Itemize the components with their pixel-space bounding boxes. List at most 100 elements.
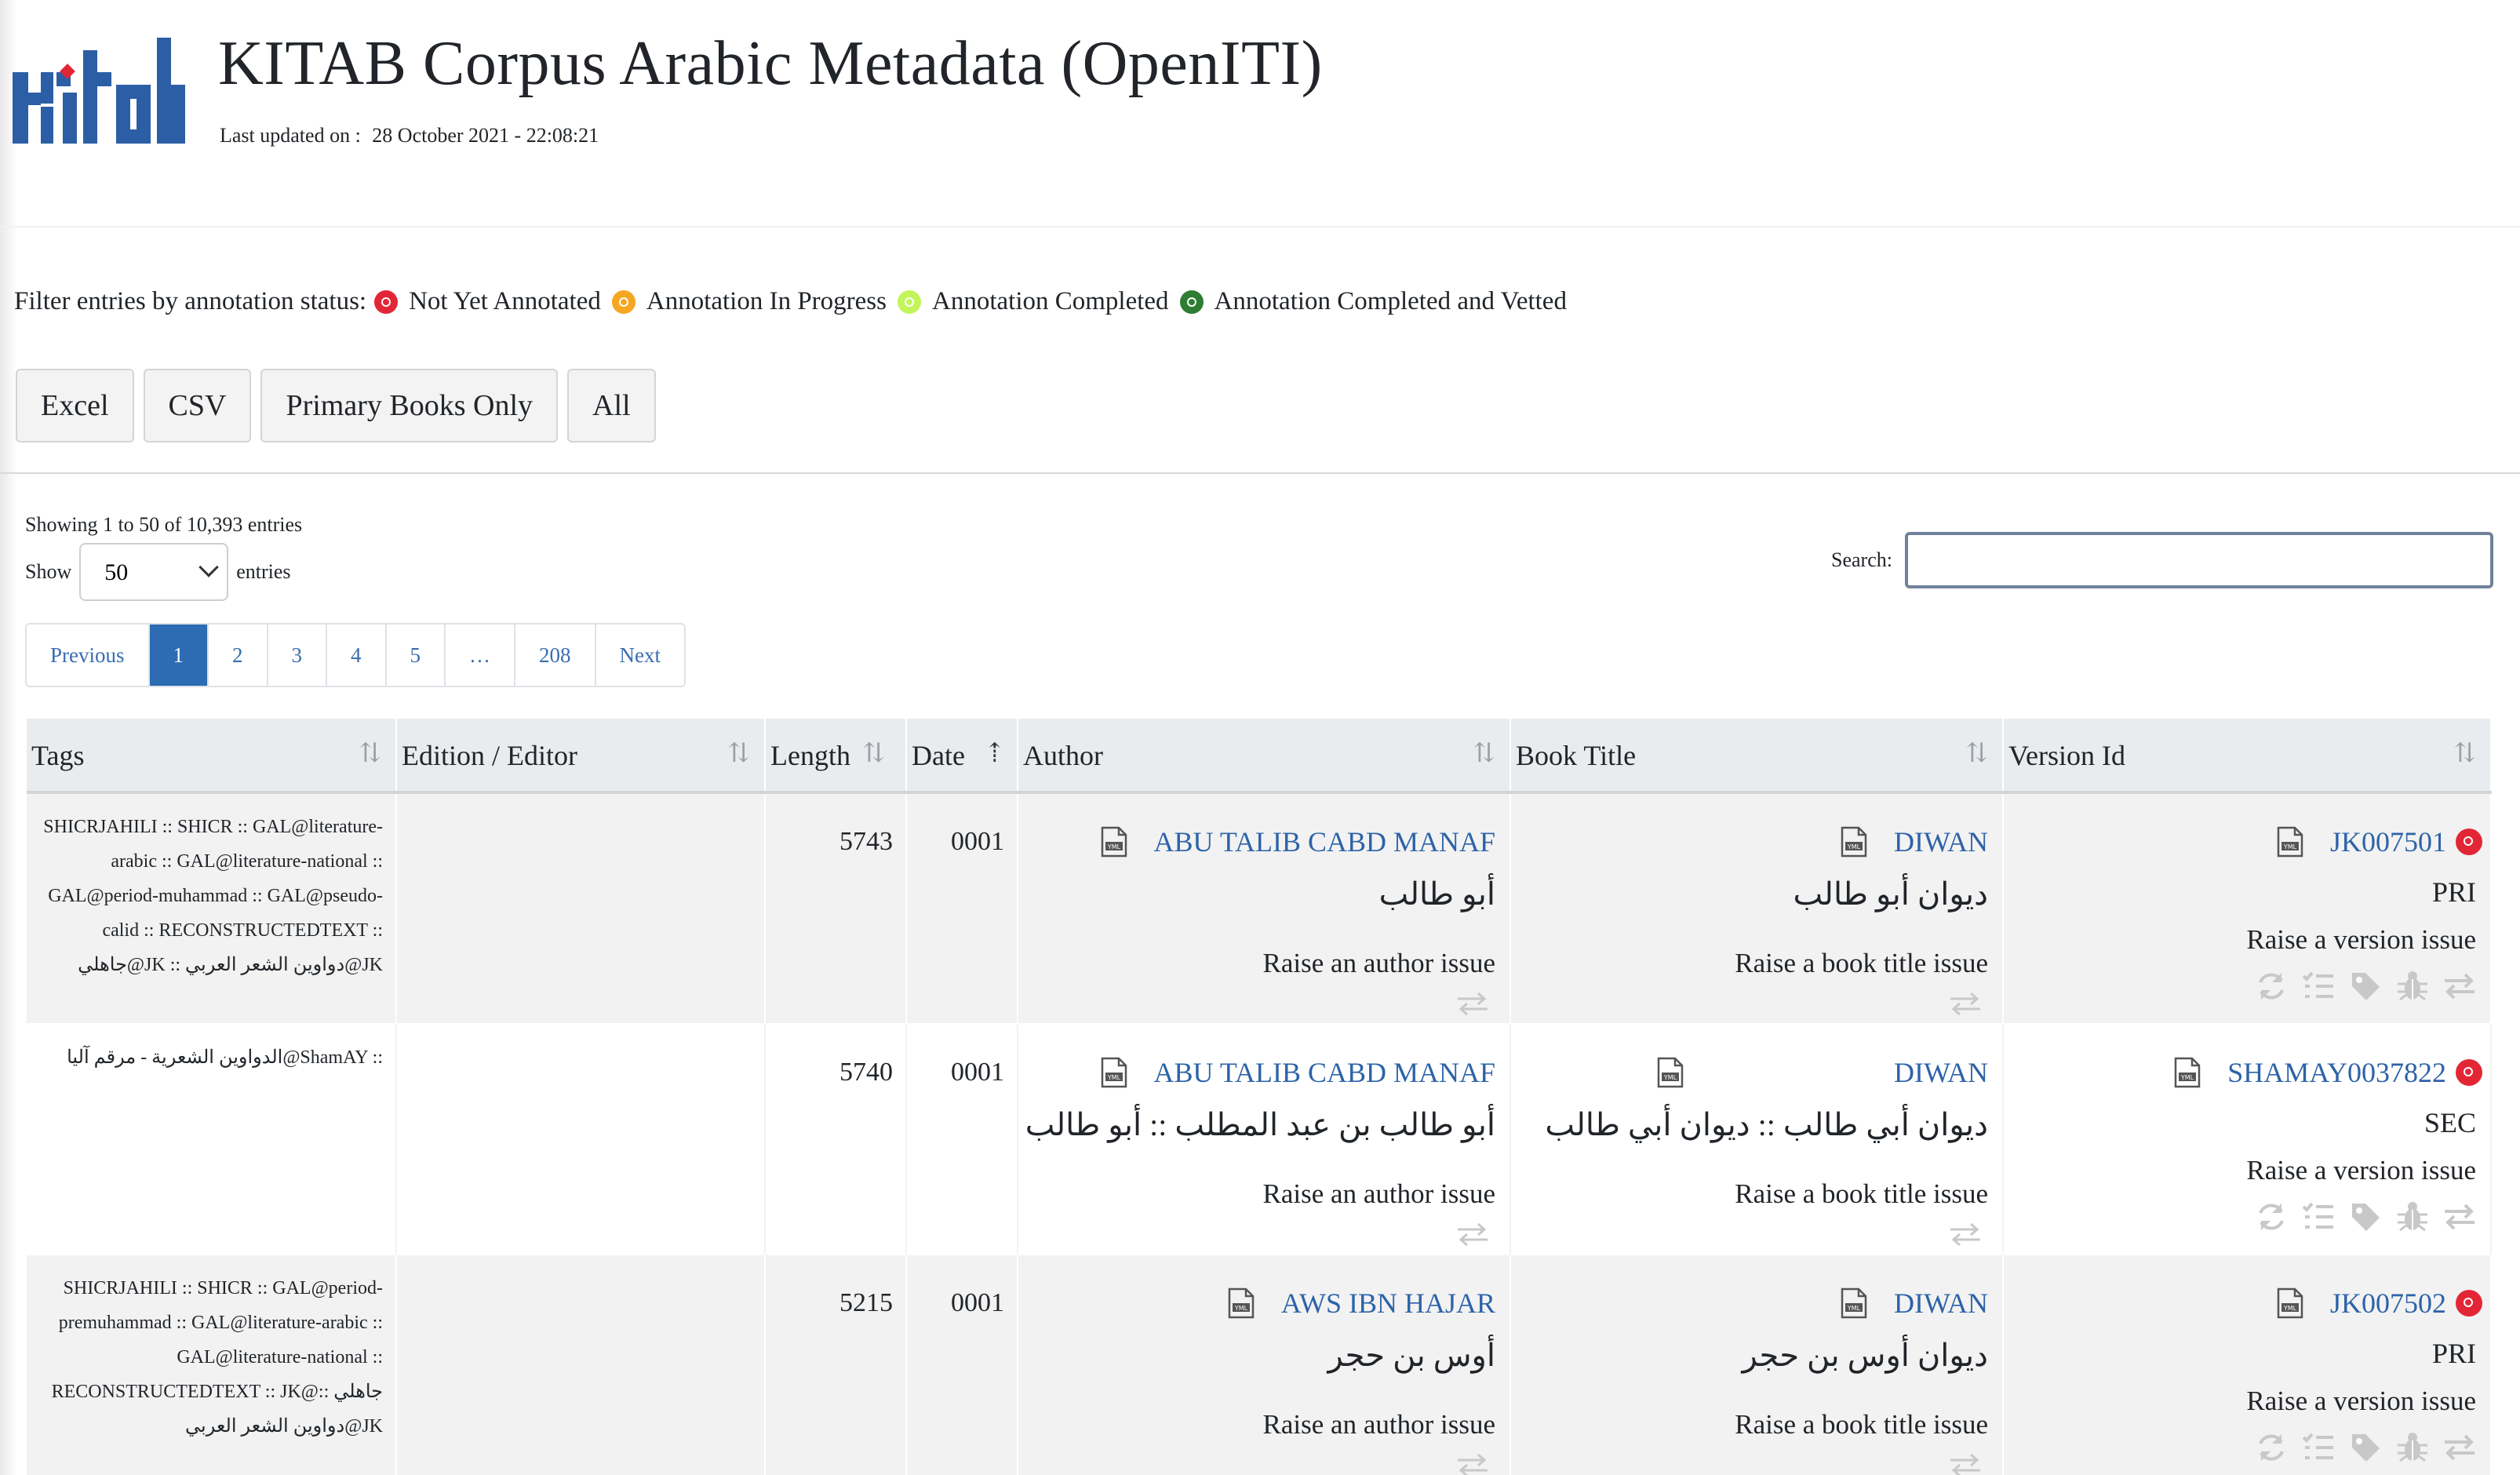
version-link-line: YML SHAMAY0037822 xyxy=(2174,1056,2482,1089)
book-link-line: YML DIWAN xyxy=(1657,1056,1988,1089)
yml-file-icon[interactable]: YML xyxy=(1101,826,1127,858)
author-link[interactable]: ABU TALIB CABD MANAF xyxy=(1154,825,1496,858)
page-4[interactable]: 4 xyxy=(327,625,387,686)
search-input[interactable] xyxy=(1904,532,2493,588)
page-next[interactable]: Next xyxy=(595,625,684,686)
sort-ascending-icon: ⇡ xyxy=(983,739,1007,768)
yml-file-icon[interactable]: YML xyxy=(1841,1287,1867,1319)
checklist-icon[interactable] xyxy=(2302,1431,2335,1464)
refresh-icon[interactable] xyxy=(2255,970,2288,1003)
filter-annotation-completed-vetted[interactable]: Annotation Completed and Vetted xyxy=(1179,287,1567,316)
tags-cell: الدواوين الشعرية - مرقم آليا@ShamAY :: xyxy=(27,1025,397,1255)
author-link[interactable]: AWS IBN HAJAR xyxy=(1281,1287,1495,1320)
raise-version-issue-link[interactable]: Raise a version issue xyxy=(2246,924,2476,956)
status-dot-icon xyxy=(611,290,635,314)
refresh-icon[interactable] xyxy=(2255,1431,2288,1464)
filter-annotation-in-progress[interactable]: Annotation In Progress xyxy=(611,287,887,316)
bug-icon[interactable] xyxy=(2396,1200,2429,1233)
book-title-cell: YML DIWAN ديوان أبو طالب Raise a book ti… xyxy=(1511,794,2004,1025)
page-1[interactable]: 1 xyxy=(149,625,209,686)
raise-book-title-issue-link[interactable]: Raise a book title issue xyxy=(1735,1178,1988,1210)
swap-arrows-icon[interactable] xyxy=(2443,1431,2476,1464)
book-title-link[interactable]: DIWAN xyxy=(1894,1287,1988,1320)
yml-file-icon[interactable]: YML xyxy=(1657,1057,1684,1088)
page-2[interactable]: 2 xyxy=(209,625,268,686)
page-length-select[interactable]: 50 xyxy=(79,543,229,601)
refresh-icon[interactable] xyxy=(2255,1200,2288,1233)
swap-arrows-icon[interactable] xyxy=(1949,1222,1982,1246)
raise-book-title-issue-link[interactable]: Raise a book title issue xyxy=(1735,948,1988,979)
svg-text:YML: YML xyxy=(1847,843,1861,850)
yml-file-icon[interactable]: YML xyxy=(1841,826,1867,858)
editor-cell xyxy=(397,1255,766,1475)
column-header-book-title[interactable]: Book Title ⇅ xyxy=(1511,719,2004,791)
all-button[interactable]: All xyxy=(567,369,656,442)
version-id-link[interactable]: SHAMAY0037822 xyxy=(2227,1056,2446,1089)
column-header-length[interactable]: Length ⇅ xyxy=(766,719,907,791)
primary-books-only-button[interactable]: Primary Books Only xyxy=(260,369,558,442)
column-header-tags[interactable]: Tags ⇅ xyxy=(27,719,397,791)
raise-author-issue-link[interactable]: Raise an author issue xyxy=(1263,1409,1495,1440)
tag-icon[interactable] xyxy=(2349,1431,2382,1464)
page-previous[interactable]: Previous xyxy=(27,625,150,686)
page-208[interactable]: 208 xyxy=(515,625,596,686)
csv-button[interactable]: CSV xyxy=(143,369,252,442)
column-header-edition-editor[interactable]: Edition / Editor ⇅ xyxy=(397,719,766,791)
bug-icon[interactable] xyxy=(2396,1431,2429,1464)
yml-file-icon[interactable]: YML xyxy=(1228,1287,1255,1319)
yml-file-icon[interactable]: YML xyxy=(2174,1057,2201,1088)
yml-file-icon[interactable]: YML xyxy=(1101,1057,1127,1088)
column-header-date[interactable]: Date ⇡ xyxy=(907,719,1018,791)
author-cell: YML AWS IBN HAJAR أوس بن حجر Raise an au… xyxy=(1018,1255,1511,1475)
column-header-author[interactable]: Author ⇅ xyxy=(1018,719,1511,791)
filter-annotation-completed[interactable]: Annotation Completed xyxy=(898,287,1169,316)
tags-text: SHICRJAHILI :: SHICR :: GAL@period-premu… xyxy=(51,1278,383,1437)
header-divider xyxy=(0,226,2520,228)
checklist-icon[interactable] xyxy=(2302,970,2335,1003)
raise-author-issue-link[interactable]: Raise an author issue xyxy=(1263,948,1495,979)
not-annotated-status-icon xyxy=(2456,829,2482,855)
length-cell: 5215 xyxy=(766,1255,907,1475)
checklist-icon[interactable] xyxy=(2302,1200,2335,1233)
book-link-line: YML DIWAN xyxy=(1841,1287,1988,1320)
page-header: KITAB Corpus Arabic Metadata (OpenITI) L… xyxy=(0,0,2520,228)
book-title-link[interactable]: DIWAN xyxy=(1894,825,1988,858)
yml-file-icon[interactable]: YML xyxy=(2277,826,2303,858)
bug-icon[interactable] xyxy=(2396,970,2429,1003)
tag-icon[interactable] xyxy=(2349,970,2382,1003)
excel-button[interactable]: Excel xyxy=(16,369,134,442)
raise-book-title-issue-link[interactable]: Raise a book title issue xyxy=(1735,1409,1988,1440)
raise-version-issue-link[interactable]: Raise a version issue xyxy=(2246,1155,2476,1186)
book-title-link[interactable]: DIWAN xyxy=(1894,1056,1988,1089)
version-id-link[interactable]: JK007502 xyxy=(2330,1287,2446,1320)
not-annotated-status-icon xyxy=(2456,1059,2482,1086)
column-header-version-id[interactable]: Version Id ⇅ xyxy=(2004,719,2492,791)
date-cell: 0001 xyxy=(907,1025,1018,1255)
author-link[interactable]: ABU TALIB CABD MANAF xyxy=(1154,1056,1496,1089)
swap-arrows-icon[interactable] xyxy=(1949,992,1982,1015)
version-cell: YML JK007501 PRI Raise a version issue xyxy=(2004,794,2492,1025)
entries-label: entries xyxy=(236,560,291,583)
filter-item-label: Annotation Completed xyxy=(932,287,1169,315)
date-value: 0001 xyxy=(951,1058,1004,1087)
swap-arrows-icon[interactable] xyxy=(1949,1453,1982,1475)
column-label: Book Title xyxy=(1516,740,1637,771)
raise-version-issue-link[interactable]: Raise a version issue xyxy=(2246,1386,2476,1417)
page-5[interactable]: 5 xyxy=(386,625,446,686)
book-arabic-title: ديوان أوس بن حجر xyxy=(1742,1338,1988,1373)
page-3[interactable]: 3 xyxy=(268,625,327,686)
swap-arrows-icon[interactable] xyxy=(2443,970,2476,1003)
version-type: PRI xyxy=(2431,1338,2476,1369)
yml-file-icon[interactable]: YML xyxy=(2277,1287,2303,1319)
swap-arrows-icon[interactable] xyxy=(1456,1222,1489,1246)
tags-text: الدواوين الشعرية - مرقم آليا@ShamAY :: xyxy=(67,1047,383,1068)
tag-icon[interactable] xyxy=(2349,1200,2382,1233)
date-value: 0001 xyxy=(951,827,1004,856)
raise-author-issue-link[interactable]: Raise an author issue xyxy=(1263,1178,1495,1210)
filter-not-yet-annotated[interactable]: Not Yet Annotated xyxy=(374,287,601,316)
version-actions xyxy=(2241,1200,2476,1233)
swap-arrows-icon[interactable] xyxy=(1456,1453,1489,1475)
version-id-link[interactable]: JK007501 xyxy=(2330,825,2446,858)
swap-arrows-icon[interactable] xyxy=(2443,1200,2476,1233)
swap-arrows-icon[interactable] xyxy=(1456,992,1489,1015)
